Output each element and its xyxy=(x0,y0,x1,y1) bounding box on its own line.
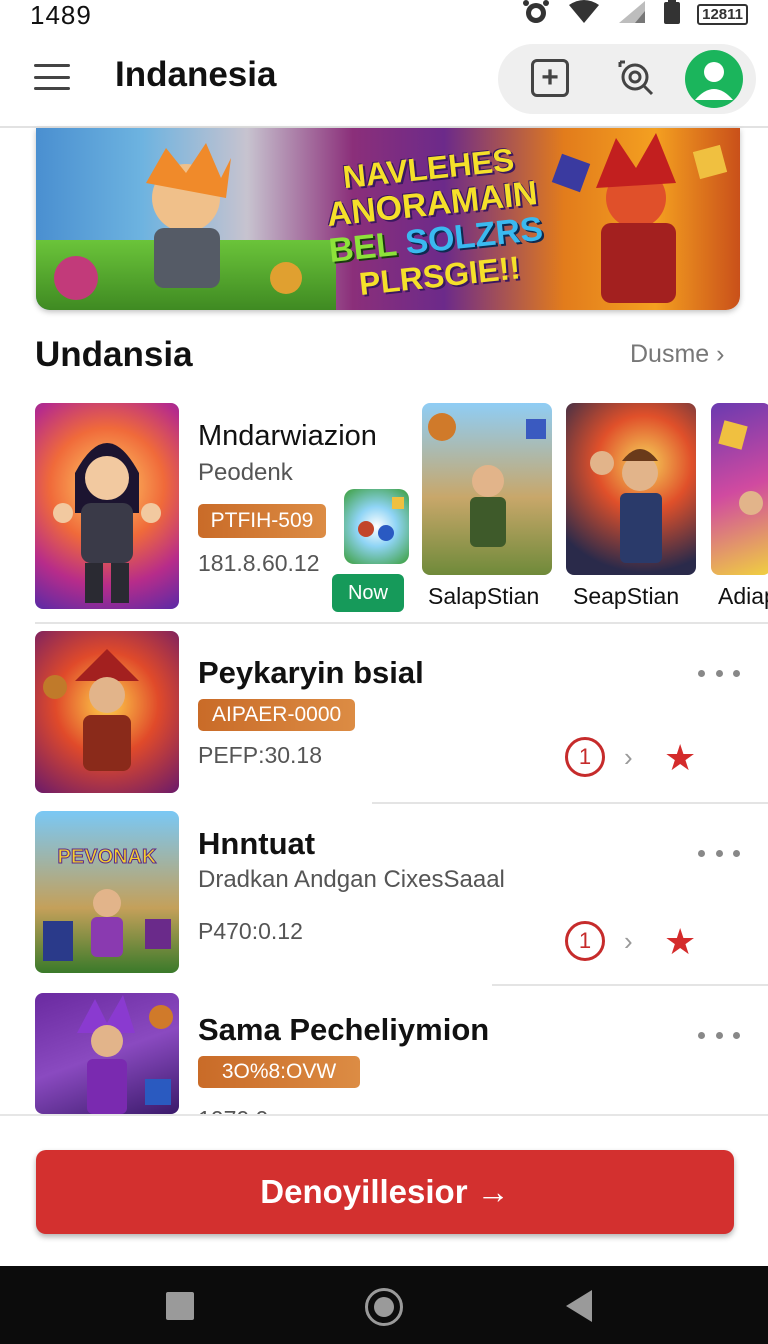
carousel-card[interactable] xyxy=(566,403,696,575)
carousel-card-art xyxy=(718,420,763,515)
back-icon[interactable] xyxy=(566,1290,592,1322)
primary-cta-button[interactable]: Denoyillesior → xyxy=(36,1150,734,1234)
featured-subtitle: Peodenk xyxy=(198,459,293,486)
status-bar: 1489 12811 xyxy=(0,0,768,30)
system-nav-bar xyxy=(0,1266,768,1344)
mini-thumbnail-art xyxy=(358,497,404,541)
alarm-icon xyxy=(521,0,551,30)
carousel-card-art xyxy=(590,449,662,563)
list-item-meta: 1070.0 xyxy=(198,1106,268,1114)
featured-title: Mndarwiazion xyxy=(198,420,377,452)
divider xyxy=(492,984,768,986)
recents-icon[interactable] xyxy=(166,1292,194,1320)
promo-banner[interactable]: NAVLEHES ANORAMAIN BEL SOLZRS PLRSGIE!! xyxy=(36,128,740,310)
list-item-title: Hnntuat xyxy=(198,826,316,861)
list-item-thumbnail[interactable]: PEVONAK xyxy=(35,811,179,973)
app-title: Indanesia xyxy=(115,55,277,94)
list-item-thumbnail[interactable] xyxy=(35,993,179,1114)
chevron-right-icon[interactable]: › xyxy=(624,742,633,773)
list-item-art: PEVONAK xyxy=(43,846,171,961)
featured-character-art xyxy=(53,443,161,603)
star-icon[interactable]: ★ xyxy=(664,924,696,960)
carousel-label: SalapStian xyxy=(428,583,540,609)
svg-text:PEVONAK: PEVONAK xyxy=(58,846,157,868)
more-options-icon[interactable] xyxy=(698,666,740,680)
bottom-action-area: Denoyillesior → xyxy=(0,1114,768,1266)
featured-thumbnail[interactable] xyxy=(35,403,179,609)
menu-button[interactable] xyxy=(32,60,72,94)
now-button[interactable]: Now xyxy=(332,574,404,612)
section-title: Undansia xyxy=(35,335,193,374)
list-item-meta: P470:0.12 xyxy=(198,918,303,944)
see-more-label: Dusme xyxy=(630,340,710,368)
list-item-art xyxy=(43,649,139,771)
app-actions: + xyxy=(498,44,756,114)
more-options-icon[interactable] xyxy=(698,846,740,860)
app-bar: Indanesia + xyxy=(0,30,768,128)
wifi-icon xyxy=(567,0,601,30)
avatar[interactable] xyxy=(685,50,743,108)
featured-mini-thumbnail xyxy=(344,489,409,564)
list-item-meta: PEFP:30.18 xyxy=(198,742,323,768)
featured-meta: 181.8.60.12 xyxy=(198,550,320,576)
status-time: 1489 xyxy=(30,0,92,30)
list-item-subtitle: Dradkan Andgan CixesSaaal xyxy=(198,866,505,893)
list-item-title: Sama Pecheliymion xyxy=(198,1012,490,1047)
battery-icon xyxy=(663,0,681,30)
rank-badge[interactable]: 1 xyxy=(565,737,605,777)
carousel-label: SeapStian xyxy=(573,583,680,609)
divider xyxy=(372,802,768,804)
menu-icon-line xyxy=(34,64,70,67)
scan-icon[interactable] xyxy=(616,58,656,98)
list-item-badge: 3O%8:OVW xyxy=(198,1056,360,1088)
home-icon[interactable] xyxy=(365,1288,403,1326)
chevron-right-icon: › xyxy=(716,340,725,368)
battery-percentage: 12811 xyxy=(697,3,748,25)
list-item-title: Peykaryin bsial xyxy=(198,655,424,690)
add-icon[interactable]: + xyxy=(531,59,569,97)
menu-icon-line xyxy=(34,87,70,90)
divider xyxy=(35,622,768,624)
carousel-card[interactable] xyxy=(422,403,552,575)
list-item-thumbnail[interactable] xyxy=(35,631,179,793)
carousel-label: Adiap xyxy=(718,583,768,609)
more-options-icon[interactable] xyxy=(698,1028,740,1042)
star-icon[interactable]: ★ xyxy=(664,740,696,776)
menu-icon-line xyxy=(34,75,70,79)
featured-badge: PTFIH-509 xyxy=(198,504,326,538)
carousel-card[interactable] xyxy=(711,403,768,575)
rank-badge[interactable]: 1 xyxy=(565,921,605,961)
list-item-art xyxy=(77,995,173,1114)
chevron-right-icon[interactable]: › xyxy=(624,926,633,957)
signal-icon xyxy=(617,0,647,30)
user-icon xyxy=(695,62,733,100)
see-more-link[interactable]: Dusme › xyxy=(630,340,724,369)
banner-headline: NAVLEHES ANORAMAIN BEL SOLZRS PLRSGIE!! xyxy=(307,138,561,306)
list-item-badge: AIPAER-0000 xyxy=(198,699,356,731)
status-icons: 12811 xyxy=(521,0,748,28)
carousel-card-art xyxy=(428,413,546,547)
